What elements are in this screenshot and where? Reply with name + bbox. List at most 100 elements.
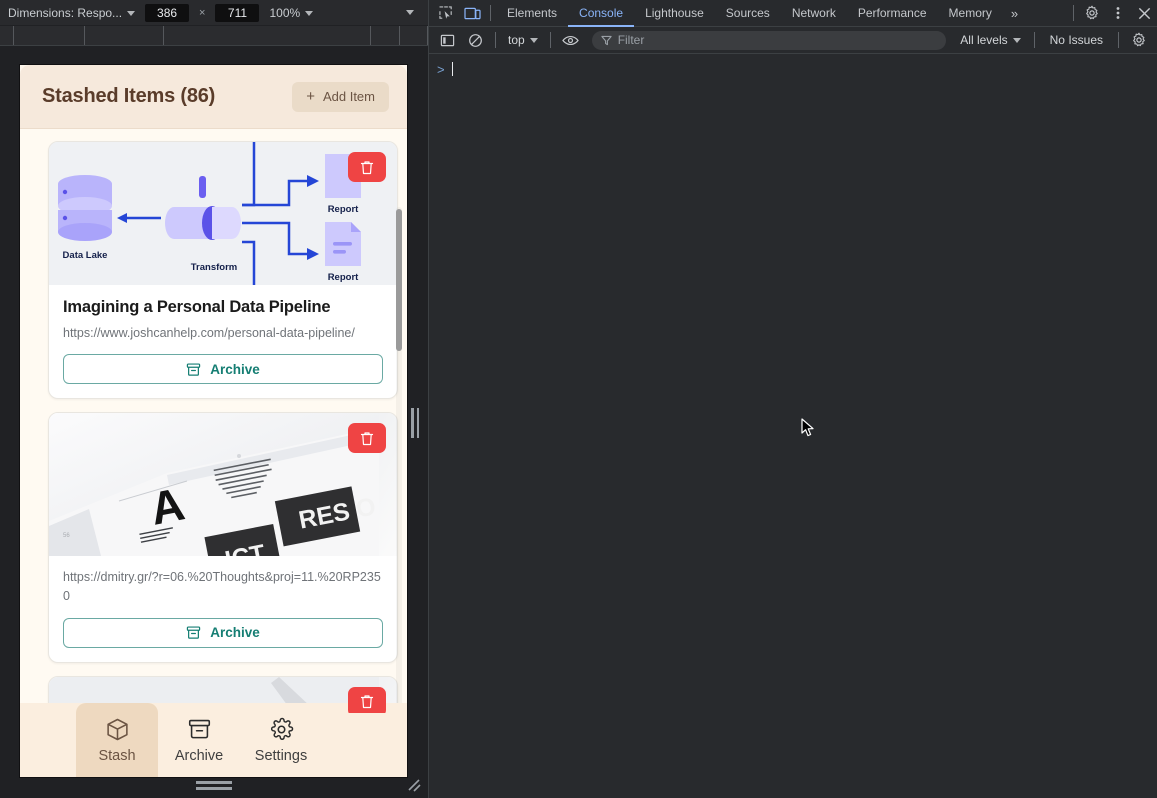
devtools-panel: Elements Console Lighthouse Sources Netw…	[428, 0, 1157, 798]
card-body: https://dmitry.gr/?r=06.%20Thoughts&proj…	[49, 556, 397, 662]
plus-icon: +	[306, 89, 315, 104]
trash-icon	[360, 160, 374, 175]
inspect-cursor-icon[interactable]	[433, 1, 459, 25]
vertical-resize-handle[interactable]	[411, 408, 419, 438]
divider	[495, 32, 496, 48]
card-thumbnail: Data Lake Transform	[49, 142, 397, 285]
archive-box-icon	[186, 625, 201, 640]
card-url: https://www.joshcanhelp.com/personal-dat…	[63, 324, 383, 343]
zoom-dropdown[interactable]: 100%	[269, 6, 313, 20]
delete-button[interactable]	[348, 152, 386, 182]
tab-console[interactable]: Console	[568, 0, 634, 27]
divider	[1073, 5, 1074, 21]
page-title: Stashed Items (86)	[42, 85, 215, 108]
tab-sources[interactable]: Sources	[715, 0, 781, 27]
filter-icon	[601, 35, 612, 46]
svg-text:56: 56	[63, 533, 70, 539]
nav-label: Stash	[98, 748, 135, 764]
archive-label: Archive	[210, 625, 260, 640]
chevron-down-icon	[530, 38, 538, 43]
eye-icon[interactable]	[558, 28, 584, 52]
divider	[550, 32, 551, 48]
devtools-tabbar: Elements Console Lighthouse Sources Netw…	[429, 0, 1157, 27]
divider	[1118, 32, 1119, 48]
devtools-settings-gear-icon[interactable]	[1079, 1, 1105, 25]
data-pipeline-illustration: Data Lake Transform	[49, 142, 397, 285]
card-thumbnail: A	[49, 413, 397, 556]
sidebar-toggle-icon[interactable]	[434, 28, 460, 52]
svg-text:Report: Report	[328, 204, 359, 215]
card-body: Imagining a Personal Data Pipeline https…	[49, 285, 397, 398]
viewport-ruler[interactable]	[0, 26, 428, 46]
chevron-down-icon	[127, 11, 135, 16]
log-levels-dropdown[interactable]: All levels	[954, 33, 1026, 47]
nav-item-archive[interactable]: Archive	[158, 703, 240, 777]
clear-console-icon[interactable]	[462, 28, 488, 52]
screen: Dimensions: Respo... × 100% Stashed Item…	[0, 0, 1157, 798]
console-output-area[interactable]: >	[429, 54, 1157, 798]
add-item-button[interactable]: + Add Item	[292, 82, 389, 112]
mouse-cursor	[801, 418, 815, 438]
box-icon	[105, 717, 130, 742]
list-item[interactable]: A	[48, 412, 398, 663]
console-toolbar: top Filter All levels No Issues	[429, 27, 1157, 54]
log-levels-label: All levels	[960, 33, 1007, 47]
console-filter-input[interactable]: Filter	[592, 31, 947, 50]
delete-button[interactable]	[348, 687, 386, 713]
stash-list[interactable]: Data Lake Transform	[20, 129, 407, 713]
archive-label: Archive	[210, 362, 260, 377]
add-item-label: Add Item	[323, 89, 375, 104]
tab-network[interactable]: Network	[781, 0, 847, 27]
archive-button[interactable]: Archive	[63, 354, 383, 384]
archive-box-icon	[186, 362, 201, 377]
execution-context-label: top	[508, 33, 525, 47]
trash-icon	[360, 431, 374, 446]
dimensions-dropdown[interactable]: Dimensions: Respo...	[8, 6, 135, 20]
tab-memory[interactable]: Memory	[938, 0, 1003, 27]
corner-resize-handle[interactable]	[406, 777, 422, 793]
svg-text:Data Lake: Data Lake	[63, 250, 108, 261]
svg-text:Report: Report	[328, 272, 359, 283]
divider	[490, 5, 491, 21]
issues-button[interactable]: No Issues	[1042, 33, 1111, 47]
device-emulation-toolbar: Dimensions: Respo... × 100%	[0, 0, 428, 26]
nav-item-settings[interactable]: Settings	[240, 703, 322, 777]
zoom-label: 100%	[269, 6, 300, 20]
chevron-down-icon	[305, 11, 313, 16]
card-title: Imagining a Personal Data Pipeline	[63, 297, 383, 318]
console-settings-gear-icon[interactable]	[1126, 28, 1152, 52]
chevron-down-icon	[406, 10, 414, 15]
execution-context-dropdown[interactable]: top	[503, 33, 543, 47]
device-more-options-button[interactable]	[401, 4, 420, 22]
device-emulation-pane: Dimensions: Respo... × 100% Stashed Item…	[0, 0, 428, 798]
delete-button[interactable]	[348, 423, 386, 453]
archive-button[interactable]: Archive	[63, 618, 383, 648]
bottom-navigation: Stash Archive Settings	[20, 703, 407, 777]
gear-icon	[269, 717, 294, 742]
chevron-double-right-icon[interactable]: »	[1003, 6, 1026, 21]
kebab-menu-icon[interactable]	[1105, 1, 1131, 25]
dimensions-label: Dimensions: Respo...	[8, 6, 122, 20]
tab-performance[interactable]: Performance	[847, 0, 938, 27]
list-scrollbar-thumb[interactable]	[396, 209, 402, 351]
trash-icon	[360, 694, 374, 709]
device-height-input[interactable]	[215, 4, 259, 22]
divider	[1034, 32, 1035, 48]
dimension-separator: ×	[199, 7, 205, 19]
console-prompt-row[interactable]: >	[437, 60, 1157, 78]
tab-lighthouse[interactable]: Lighthouse	[634, 0, 715, 27]
list-item[interactable]: Data Lake Transform	[48, 141, 398, 399]
nav-label: Settings	[255, 748, 307, 764]
card-url: https://dmitry.gr/?r=06.%20Thoughts&proj…	[63, 568, 383, 606]
close-icon[interactable]	[1131, 1, 1157, 25]
tab-elements[interactable]: Elements	[496, 0, 568, 27]
horizontal-resize-handle[interactable]	[196, 781, 232, 790]
nav-item-stash[interactable]: Stash	[76, 703, 158, 777]
device-toolbar-icon[interactable]	[459, 1, 485, 25]
prompt-chevron-icon: >	[437, 62, 445, 77]
book-photo: A	[49, 413, 397, 556]
svg-text:Transform: Transform	[191, 262, 237, 273]
text-caret	[452, 62, 453, 76]
device-width-input[interactable]	[145, 4, 189, 22]
nav-label: Archive	[175, 748, 223, 764]
